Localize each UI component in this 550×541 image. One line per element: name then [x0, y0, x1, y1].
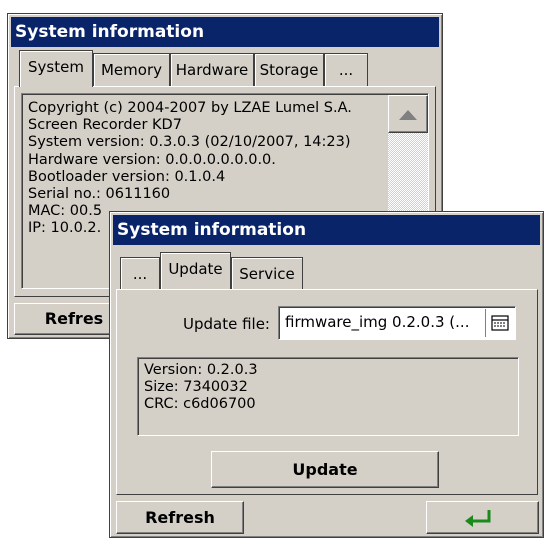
- arrow-up-icon: [399, 110, 417, 120]
- refresh-button[interactable]: Refresh: [116, 501, 244, 534]
- enter-arrow-icon: [465, 510, 491, 527]
- file-info-box: Version: 0.2.0.3 Size: 7340032 CRC: c6d0…: [137, 357, 519, 436]
- file-size: Size: 7340032: [144, 379, 248, 396]
- scroll-up-button[interactable]: [388, 95, 428, 133]
- tab-more-front[interactable]: ...: [120, 257, 160, 291]
- tab-memory[interactable]: Memory: [93, 53, 170, 87]
- tab-system[interactable]: System: [19, 50, 93, 87]
- update-button[interactable]: Update: [211, 451, 439, 488]
- file-crc: CRC: c6d06700: [144, 396, 256, 413]
- info-line-bootloader-version: Bootloader version: 0.1.0.4: [28, 168, 226, 185]
- info-line-hardware-version: Hardware version: 0.0.0.0.0.0.0.0.: [28, 151, 276, 168]
- front-window: System information ... Update Service Up…: [109, 211, 544, 538]
- info-line-copyright: Copyright (c) 2004-2007 by LZAE Lumel S.…: [28, 100, 352, 116]
- update-file-value: firmware_img 0.2.0.3 (...: [285, 313, 470, 331]
- info-line-serial: Serial no.: 0611160: [28, 186, 171, 203]
- info-line-system-version: System version: 0.3.0.3 (02/10/2007, 14:…: [28, 134, 351, 151]
- file-version: Version: 0.2.0.3: [144, 362, 258, 378]
- browse-grid-icon: [491, 315, 509, 331]
- info-line-product: Screen Recorder KD7: [28, 117, 182, 134]
- file-browse-button[interactable]: [485, 309, 513, 337]
- tab-service[interactable]: Service: [231, 257, 303, 291]
- tab-more[interactable]: ...: [324, 53, 368, 87]
- tab-update[interactable]: Update: [160, 252, 231, 289]
- update-file-label: Update file:: [183, 315, 270, 333]
- front-window-title: System information: [113, 215, 540, 245]
- tab-hardware[interactable]: Hardware: [170, 53, 254, 87]
- back-window-title: System information: [11, 17, 439, 47]
- tab-storage[interactable]: Storage: [254, 53, 324, 87]
- update-file-field[interactable]: firmware_img 0.2.0.3 (...: [278, 306, 516, 340]
- enter-button[interactable]: [426, 501, 539, 534]
- update-tab-panel: Update file: firmware_img 0.2.0.3 (... V…: [116, 289, 538, 495]
